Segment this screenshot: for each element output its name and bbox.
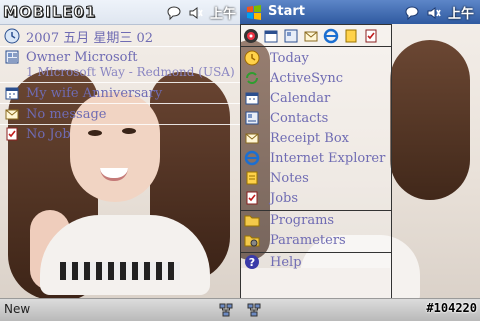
menu-divider	[241, 46, 391, 47]
menu-item-contacts[interactable]: Contacts	[244, 108, 390, 128]
new-softkey[interactable]: New	[4, 302, 30, 316]
watermark-id: #104220	[426, 301, 477, 315]
menu-item-parameters[interactable]: Parameters	[244, 230, 390, 250]
wallpaper-hair	[390, 40, 470, 200]
envelope-icon[interactable]	[303, 28, 319, 44]
today-divider	[0, 103, 240, 104]
today-title-bar: MOBILE01 上午	[0, 0, 240, 25]
wallpaper-dress-trim	[60, 262, 180, 280]
menu-item-label: Today	[270, 50, 309, 66]
receipt-box-icon	[245, 133, 259, 144]
today-divider	[0, 46, 240, 47]
internet-explorer-icon	[244, 150, 260, 166]
menu-item-calendar[interactable]: Calendar	[244, 88, 390, 108]
recent-programs-bar	[243, 28, 379, 44]
connectivity-icon[interactable]	[404, 5, 420, 21]
menu-item-label: Contacts	[270, 110, 329, 126]
today-date: 2007 五月 星期三 02	[26, 30, 154, 46]
parameters-folder-icon	[244, 235, 260, 247]
menu-item-notes[interactable]: Notes	[244, 168, 390, 188]
owner-address: 1 Microsoft Way - Redmond (USA)	[26, 65, 235, 79]
menu-item-label: Calendar	[270, 90, 331, 106]
tasks-row[interactable]: No Job	[0, 125, 240, 143]
title-bar-status-icons: 上午	[166, 3, 236, 22]
contacts-icon	[245, 111, 259, 125]
appointment-row[interactable]: My wife Anniversary	[0, 84, 240, 102]
menu-item-receipt-box[interactable]: Receipt Box	[244, 128, 390, 148]
contacts-icon[interactable]	[283, 28, 299, 44]
messages-row[interactable]: No message	[0, 105, 240, 123]
owner-name: Owner Microsoft	[26, 49, 138, 65]
menu-item-help[interactable]: ? Help	[244, 252, 390, 272]
envelope-icon	[5, 109, 19, 120]
tasks-text: No Job	[26, 126, 71, 142]
connectivity-icon[interactable]	[166, 5, 182, 21]
menu-item-label: Parameters	[270, 232, 346, 248]
clock-time[interactable]: 上午	[210, 3, 236, 22]
owner-card-icon	[5, 50, 19, 64]
windows-flag-icon[interactable]	[245, 3, 263, 21]
mobile01-logo: MOBILE01	[2, 3, 97, 22]
menu-item-label: Programs	[270, 212, 335, 228]
start-title-bar: Start 上午	[240, 0, 480, 24]
today-icon	[244, 50, 260, 66]
help-icon: ?	[245, 255, 259, 269]
jobs-icon	[246, 191, 258, 205]
internet-explorer-icon[interactable]	[323, 28, 339, 44]
notes-icon[interactable]	[343, 28, 359, 44]
clock-time[interactable]: 上午	[448, 3, 474, 22]
notes-icon	[246, 171, 258, 185]
start-menu: Today ActiveSync Calendar Contacts Recei…	[240, 24, 392, 314]
activesync-icon	[246, 72, 258, 84]
owner-info-row[interactable]: Owner Microsoft	[0, 48, 240, 66]
today-menu-bar: New	[0, 298, 240, 321]
calendar-icon	[245, 92, 259, 105]
menu-item-label: Jobs	[270, 190, 299, 206]
today-date-row[interactable]: 2007 五月 星期三 02	[0, 27, 240, 46]
svg-text:?: ?	[249, 256, 255, 269]
appointment-text: My wife Anniversary	[26, 85, 163, 101]
menu-item-programs[interactable]: Programs	[244, 210, 390, 230]
start-button[interactable]: Start	[268, 4, 305, 19]
title-bar-status-icons: 上午	[404, 3, 474, 22]
menu-item-jobs[interactable]: Jobs	[244, 188, 390, 208]
menu-item-label: ActiveSync	[270, 70, 343, 86]
menu-item-label: Receipt Box	[270, 130, 350, 146]
tasks-icon[interactable]	[363, 28, 379, 44]
media-player-icon[interactable]	[243, 28, 259, 44]
menu-item-label: Help	[270, 254, 302, 270]
clock-icon	[4, 28, 20, 44]
messages-text: No message	[26, 106, 107, 122]
menu-item-label: Internet Explorer	[270, 150, 386, 166]
network-icon[interactable]	[246, 302, 262, 318]
menu-item-internet-explorer[interactable]: Internet Explorer	[244, 148, 390, 168]
calendar-icon	[5, 87, 19, 100]
calendar-icon[interactable]	[263, 28, 279, 44]
volume-icon[interactable]	[188, 5, 204, 21]
tasks-icon	[6, 127, 18, 141]
menu-item-label: Notes	[270, 170, 309, 186]
network-icon[interactable]	[218, 302, 234, 318]
menu-item-activesync[interactable]: ActiveSync	[244, 68, 390, 88]
wallpaper-dress	[40, 215, 210, 295]
menu-item-today[interactable]: Today	[244, 48, 390, 68]
today-divider	[0, 82, 240, 83]
volume-icon[interactable]	[426, 5, 442, 21]
programs-folder-icon	[244, 215, 260, 227]
